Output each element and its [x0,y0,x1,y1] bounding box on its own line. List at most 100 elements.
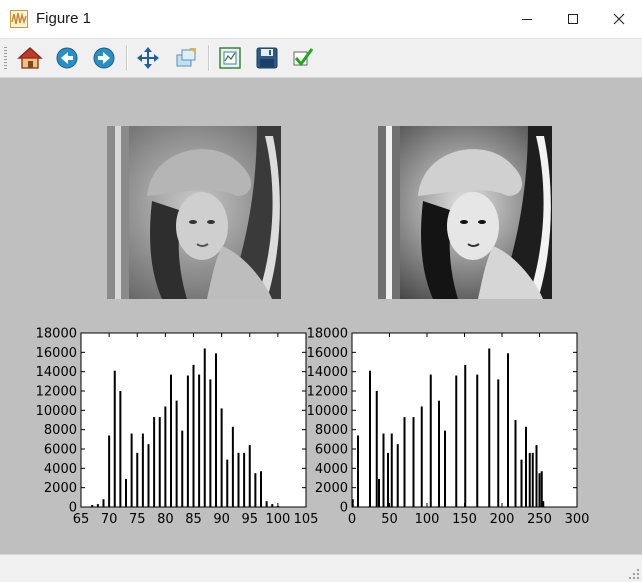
y-tick-label: 14000 [36,365,77,380]
histogram-bar [260,471,262,507]
back-arrow-icon [56,47,78,69]
y-tick-label: 16000 [36,346,77,361]
histogram-bar [375,391,378,507]
x-tick-label: 75 [129,512,146,527]
y-tick-label: 8000 [44,423,77,438]
histogram-bar [525,426,527,507]
close-button[interactable] [596,0,642,38]
histogram-bar [387,452,389,507]
subplots-button[interactable] [216,44,244,72]
zoom-button[interactable] [172,44,200,72]
histogram-bar [412,417,415,507]
histogram-bar [390,433,393,507]
checkmark-edit-icon [293,48,314,67]
status-bar [0,554,642,582]
maximize-icon [568,14,578,24]
histogram-bar [181,430,184,507]
toolbar-separator [126,45,128,71]
histogram-bar [215,353,217,507]
histogram-bar [438,400,440,507]
title-bar: Figure 1 [0,0,642,39]
y-tick-label: 2000 [315,481,348,496]
histogram-charts: 0 2000 4000 6000 8000 10000 12000 14000 16000 180… [36,327,590,528]
histogram-bar [198,374,201,507]
histogram-bar [136,452,139,507]
home-icon [17,47,43,69]
y-tick-label: 12000 [36,385,77,400]
pan-button[interactable] [134,44,162,72]
x-tick-label: 70 [101,512,118,527]
histogram-bar [514,420,517,507]
histogram-bar [130,433,133,507]
histogram-bar [429,374,432,507]
back-button[interactable] [53,44,81,72]
x-tick-label: 95 [241,512,258,527]
histogram-bar [113,370,116,507]
y-tick-label: 18000 [307,327,348,342]
pan-arrows-icon [137,47,159,69]
y-tick-label: 16000 [307,346,348,361]
subplots-config-icon [219,47,241,69]
x-tick-label: 100 [415,512,440,527]
x-tick-label: 80 [157,512,174,527]
histogram-bar [91,505,94,507]
y-tick-label: 12000 [307,385,348,400]
y-tick-label: 6000 [44,443,77,458]
x-tick-label: 250 [527,512,552,527]
y-tick-label: 4000 [315,462,348,477]
maximize-button[interactable] [550,0,596,38]
histogram-bar [531,452,534,507]
forward-arrow-icon [93,47,115,69]
histogram-bar [396,444,399,507]
x-tick-label: 50 [381,512,398,527]
histogram-bar [420,406,423,507]
toolbar-grip[interactable] [4,47,7,69]
histogram-bar [203,348,206,507]
edit-button[interactable] [289,44,317,72]
histogram-bar [455,375,458,507]
floppy-save-icon [256,47,278,69]
histogram-bar [444,430,446,507]
histogram-bar [369,370,371,507]
x-tick-label: 200 [490,512,515,527]
resize-grip-icon[interactable] [628,568,640,580]
x-tick-label: 150 [452,512,477,527]
y-tick-label: 10000 [307,404,348,419]
x-tick-label: 105 [294,512,319,527]
matplotlib-app-icon [10,10,28,28]
histogram-bar [538,473,541,507]
forward-button[interactable] [90,44,118,72]
save-button[interactable] [253,44,281,72]
figure-canvas[interactable]: 0 2000 4000 6000 8000 10000 12000 14000 16000 180… [0,78,642,554]
x-tick-label: 100 [265,512,290,527]
histogram-bar [119,391,122,507]
histogram-bar [464,364,467,507]
histogram-bar [192,364,195,507]
histogram-bar [382,433,385,507]
x-tick-label: 85 [185,512,202,527]
histogram-bar [170,374,172,507]
histogram-bar [248,445,251,507]
histogram-bar [231,426,234,507]
histogram-bar [175,400,178,507]
histogram-bar [186,375,189,507]
x-tick-label: 65 [73,512,90,527]
histogram-bar [102,499,105,507]
minimize-button[interactable] [504,0,550,38]
close-icon [613,13,625,25]
histogram-bar [243,452,246,507]
home-button[interactable] [16,44,44,72]
y-tick-label: 8000 [315,423,348,438]
histogram-bar [357,435,359,507]
y-tick-label: 10000 [36,404,77,419]
x-tick-label: 300 [565,512,590,527]
histogram-bar [528,452,531,507]
histogram-bar [237,452,240,507]
y-tick-label: 2000 [44,481,77,496]
y-tick-label: 6000 [315,443,348,458]
toolbar-separator [208,45,210,71]
x-tick-label: 0 [348,512,356,527]
histogram-bar [153,417,156,507]
histogram-bar [158,417,161,507]
histogram-axes-2: 0200040006000800010000120001400016000180… [307,327,590,528]
